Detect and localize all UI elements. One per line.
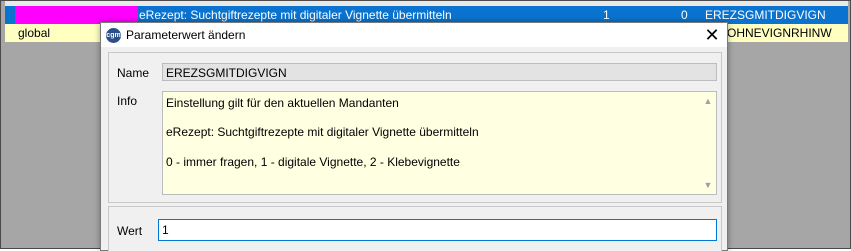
- info-label: Info: [117, 94, 138, 108]
- info-textarea[interactable]: Einstellung gilt für den aktuellen Manda…: [162, 91, 717, 195]
- row-description: eRezept: Suchtgiftrezepte mit digitaler …: [139, 8, 452, 22]
- app-logo-icon: cgm: [106, 28, 121, 43]
- info-line: 0 - immer fragen, 1 - digitale Vignette,…: [166, 155, 460, 169]
- row-key: EREZSGMITDIGVIGN: [705, 8, 826, 22]
- info-line: eRezept: Suchtgiftrezepte mit digitaler …: [166, 125, 479, 139]
- scroll-up-arrow-icon[interactable]: ▲: [700, 94, 716, 108]
- scroll-down-arrow-icon[interactable]: ▼: [700, 178, 716, 192]
- details-panel: Name EREZSGMITDIGVIGN Info Einstellung g…: [108, 52, 722, 203]
- info-scrollbar[interactable]: ▲ ▼: [700, 92, 716, 194]
- close-icon[interactable]: ✕: [697, 23, 727, 47]
- row-value-b: 0: [681, 8, 688, 22]
- name-field: EREZSGMITDIGVIGN: [162, 63, 717, 81]
- dialog-titlebar[interactable]: cgm Parameterwert ändern ✕: [101, 23, 727, 47]
- value-panel: Wert: [108, 206, 722, 251]
- wert-input[interactable]: [158, 219, 717, 241]
- row-value-a: 1: [603, 8, 610, 22]
- parameter-dialog: cgm Parameterwert ändern ✕ Name EREZSGMI…: [100, 22, 728, 251]
- dialog-title: Parameterwert ändern: [126, 28, 246, 42]
- row-key: OHNEVIGNRHINW: [727, 26, 832, 40]
- name-label: Name: [117, 66, 150, 80]
- info-line: Einstellung gilt für den aktuellen Manda…: [166, 96, 399, 110]
- wert-label: Wert: [117, 224, 143, 238]
- row-scope: global: [18, 26, 51, 40]
